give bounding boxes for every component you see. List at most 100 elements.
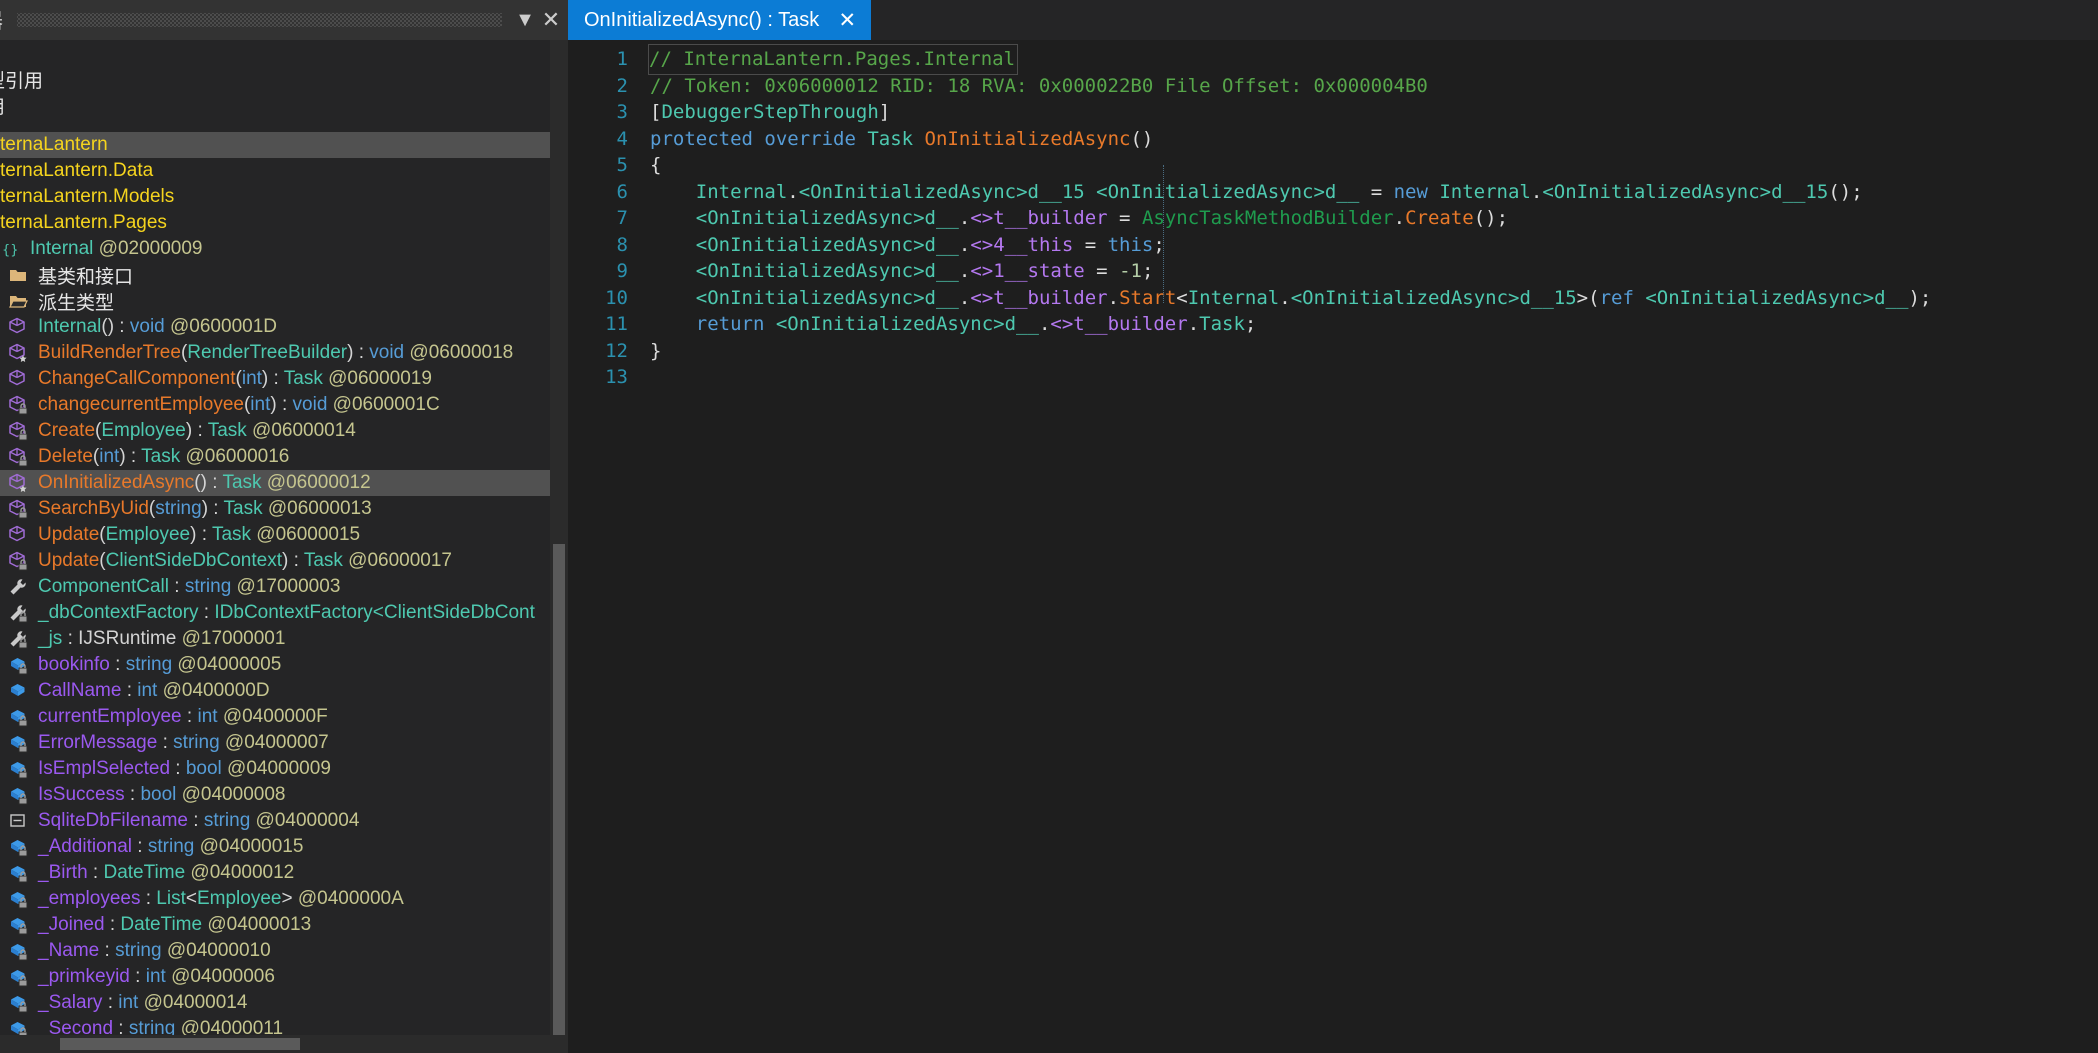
code-line[interactable]: 10 <OnInitializedAsync>d__.<>t__builder.… <box>568 285 2098 312</box>
tree-row[interactable]: SqliteDbFilename : string @04000004 <box>0 808 550 834</box>
code-line[interactable]: 7 <OnInitializedAsync>d__.<>t__builder =… <box>568 205 2098 232</box>
tree-row-clipped[interactable]: E <box>0 40 550 66</box>
code-token: . <box>1530 180 1543 203</box>
tree-row[interactable]: Create(Employee) : Task @06000014 <box>0 418 550 444</box>
code-line[interactable]: 12} <box>568 338 2098 365</box>
indent-guide <box>1163 165 1164 303</box>
tree-row[interactable]: {} Internal @02000009 <box>0 236 550 262</box>
code-line[interactable]: 1 // InternaLantern.Pages.Internal <box>568 44 2098 75</box>
tree-row[interactable]: changecurrentEmployee(int) : void @06000… <box>0 392 550 418</box>
tree-row[interactable]: bookinfo : string @04000005 <box>0 652 550 678</box>
code-line[interactable]: 2 // Token: 0x06000012 RID: 18 RVA: 0x000… <box>568 73 2098 100</box>
code-token: -1 <box>1119 260 1142 282</box>
tree-row-selected[interactable]: ternaLantern <box>0 132 550 158</box>
tree-row-label: ternaLantern.Data <box>0 160 153 182</box>
tree-row[interactable]: IsSuccess : bool @04000008 <box>0 782 550 808</box>
code-line[interactable]: 9 <OnInitializedAsync>d__.<>1__state = -… <box>568 258 2098 285</box>
code-text: // Token: 0x06000012 RID: 18 RVA: 0x0000… <box>650 73 1428 100</box>
field-private-icon <box>8 784 34 806</box>
code-line[interactable]: 5{ <box>568 152 2098 179</box>
assembly-tree[interactable]: E 型引用用 ternaLantern ternaLantern.Data ternaL… <box>0 40 550 1035</box>
tree-row[interactable]: CallName : int @0400000D <box>0 678 550 704</box>
label-token: : <box>99 940 116 961</box>
field-private-icon <box>8 706 34 728</box>
label-token: : <box>121 680 138 701</box>
code-line[interactable]: 13 <box>568 364 2098 391</box>
tree-row[interactable]: Internal() : void @0600001D <box>0 314 550 340</box>
drag-handle-dots[interactable] <box>17 13 502 27</box>
tree-row-selected[interactable]: OnInitializedAsync() : Task @06000012 <box>0 470 550 496</box>
tree-scroll-container[interactable]: E 型引用用 ternaLantern ternaLantern.Data ternaL… <box>0 40 568 1035</box>
label-token: : <box>102 992 119 1013</box>
method-override-icon <box>8 472 34 494</box>
code-text: { <box>650 152 661 179</box>
tree-row[interactable]: _Name : string @04000010 <box>0 938 550 964</box>
code-line[interactable]: 6 Internal.<OnInitializedAsync>d__15 <On… <box>568 179 2098 206</box>
label-token: ) : <box>119 446 142 467</box>
tree-row[interactable]: _Additional : string @04000015 <box>0 834 550 860</box>
const-icon <box>8 810 34 832</box>
label-token: : <box>62 628 79 649</box>
label-token: : <box>129 966 146 987</box>
label-token: int <box>99 446 120 467</box>
tree-row[interactable]: BuildRenderTree(RenderTreeBuilder) : voi… <box>0 340 550 366</box>
code-line[interactable]: 11 return <OnInitializedAsync>d__.<>t__b… <box>568 311 2098 338</box>
tree-row-label: _Additional : string @04000015 <box>38 836 303 858</box>
code-line[interactable]: 3 [DebuggerStepThrough] <box>568 99 2098 126</box>
label-token: Internal <box>30 238 99 259</box>
tree-vertical-scrollbar[interactable] <box>550 40 568 1035</box>
tree-row-clipped[interactable]: 型引用 <box>0 66 550 92</box>
tree-row[interactable]: IsEmplSelected : bool @04000009 <box>0 756 550 782</box>
tab-close-icon[interactable]: ✕ <box>837 10 857 31</box>
scrollbar-thumb[interactable] <box>553 544 565 1035</box>
label-token: @04000015 <box>194 836 304 857</box>
tree-row[interactable]: ErrorMessage : string @04000007 <box>0 730 550 756</box>
close-icon[interactable]: ✕ <box>538 5 564 35</box>
editor-area: OnInitializedAsync() : Task ✕ 1 // Intern… <box>568 0 2098 1053</box>
label-token: _Name <box>38 940 100 961</box>
tree-row[interactable]: currentEmployee : int @0400000F <box>0 704 550 730</box>
tree-row-clipped[interactable]: 用 <box>0 92 550 118</box>
chevron-down-icon[interactable]: ▼ <box>512 5 538 35</box>
label-token: Create <box>38 420 96 441</box>
code-viewer[interactable]: 1 // InternaLantern.Pages.Internal 2 // Tok… <box>568 40 2098 1053</box>
label-token: @04000009 <box>221 758 331 779</box>
method-private-icon <box>8 394 34 416</box>
code-line[interactable]: 4 protected override Task OnInitializedAs… <box>568 126 2098 153</box>
tree-row[interactable]: ternaLantern.Data <box>0 158 550 184</box>
code-line[interactable]: 8 <OnInitializedAsync>d__.<>4__this = th… <box>568 232 2098 259</box>
code-token: <OnInitializedAsync>d__15 <box>1542 180 1829 203</box>
label-token: ternaLantern.Models <box>0 186 175 207</box>
tree-row[interactable]: _Second : string @04000011 <box>0 1016 550 1035</box>
code-token: < <box>1176 286 1188 309</box>
tree-row[interactable]: _js : IJSRuntime @17000001 <box>0 626 550 652</box>
tree-row[interactable]: ChangeCallComponent(int) : Task @0600001… <box>0 366 550 392</box>
tree-row[interactable]: ternaLantern.Models <box>0 184 550 210</box>
tree-row[interactable]: SearchByUid(string) : Task @06000013 <box>0 496 550 522</box>
tree-row[interactable]: _employees : List<Employee> @0400000A <box>0 886 550 912</box>
tree-row[interactable]: ComponentCall : string @17000003 <box>0 574 550 600</box>
code-lines[interactable]: 1 // InternaLantern.Pages.Internal 2 // Tok… <box>568 44 2098 391</box>
tree-row[interactable]: _Birth : DateTime @04000012 <box>0 860 550 886</box>
tab-oninitializedasync[interactable]: OnInitializedAsync() : Task ✕ <box>568 0 872 40</box>
scrollbar-thumb-horizontal[interactable] <box>60 1038 300 1050</box>
code-token: ; <box>1244 313 1257 335</box>
tree-row[interactable]: Delete(int) : Task @06000016 <box>0 444 550 470</box>
tree-row[interactable]: Update(Employee) : Task @06000015 <box>0 522 550 548</box>
tree-row[interactable]: 基类和接口 <box>0 262 550 288</box>
method-private-icon <box>8 446 34 468</box>
tree-row[interactable]: _Salary : int @04000014 <box>0 990 550 1016</box>
tree-row[interactable]: _primkeyid : int @04000006 <box>0 964 550 990</box>
tree-row[interactable]: Update(ClientSideDbContext) : Task @0600… <box>0 548 550 574</box>
field-private-icon <box>8 862 34 884</box>
tree-row[interactable]: _dbContextFactory : IDbContextFactory<Cl… <box>0 600 550 626</box>
label-token: @04000005 <box>172 654 282 675</box>
tree-row-label: 派生类型 <box>38 288 114 314</box>
label-token: : <box>198 602 215 623</box>
tree-horizontal-scrollbar[interactable] <box>0 1035 568 1053</box>
tree-row[interactable]: 派生类型 <box>0 288 550 314</box>
tree-row[interactable]: _Joined : DateTime @04000013 <box>0 912 550 938</box>
tree-row[interactable]: ternaLantern.Pages <box>0 210 550 236</box>
